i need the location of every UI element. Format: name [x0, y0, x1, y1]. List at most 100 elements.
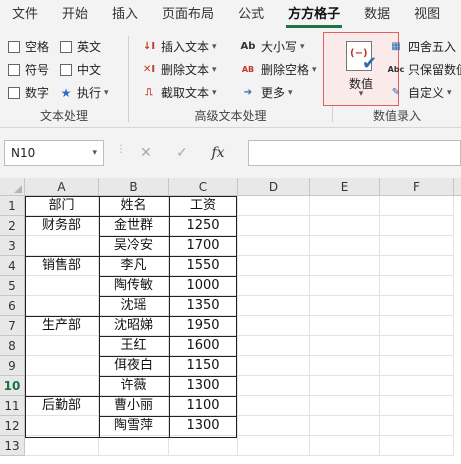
cell-f4[interactable] [380, 256, 454, 276]
cell-f11[interactable] [380, 396, 454, 416]
cell-c10[interactable]: 1300 [169, 376, 238, 396]
delete-space-button[interactable]: AB 删除空格 ▾ [239, 61, 317, 78]
tab-home[interactable]: 开始 [50, 0, 100, 30]
cell-e10[interactable] [310, 376, 380, 396]
cell-e6[interactable] [310, 296, 380, 316]
cell-c1[interactable]: 工资 [169, 196, 238, 216]
checkbox-number[interactable]: 数字 [8, 84, 49, 101]
cell-b3[interactable]: 吴冷安 [99, 236, 169, 256]
cell-a3[interactable] [25, 236, 99, 256]
cell-d1[interactable] [238, 196, 310, 216]
checkbox-box[interactable] [8, 63, 20, 76]
tab-formulas[interactable]: 公式 [226, 0, 276, 30]
column-header-d[interactable]: D [238, 178, 310, 196]
cell-f2[interactable] [380, 216, 454, 236]
cell-d6[interactable] [238, 296, 310, 316]
cell-a4[interactable]: 销售部 [25, 256, 99, 276]
checkbox-chinese[interactable]: 中文 [60, 61, 101, 78]
chevron-down-icon[interactable]: ▾ [92, 141, 97, 165]
cell-f9[interactable] [380, 356, 454, 376]
cell-e8[interactable] [310, 336, 380, 356]
row-header-9[interactable]: 9 [0, 356, 25, 376]
row-header-6[interactable]: 6 [0, 296, 25, 316]
column-header-a[interactable]: A [25, 178, 99, 196]
cell-c3[interactable]: 1700 [169, 236, 238, 256]
cell-d9[interactable] [238, 356, 310, 376]
cell-e3[interactable] [310, 236, 380, 256]
cell-e5[interactable] [310, 276, 380, 296]
confirm-icon[interactable]: ✓ [164, 145, 200, 161]
tab-view[interactable]: 视图 [402, 0, 452, 30]
cell-d3[interactable] [238, 236, 310, 256]
cell-c5[interactable]: 1000 [169, 276, 238, 296]
cell-e7[interactable] [310, 316, 380, 336]
cell-a1[interactable]: 部门 [25, 196, 99, 216]
cell-b13[interactable] [99, 436, 169, 456]
tab-fangfang[interactable]: 方方格子 [276, 0, 352, 30]
column-header-b[interactable]: B [99, 178, 169, 196]
cell-a10[interactable] [25, 376, 99, 396]
checkbox-box[interactable] [8, 86, 20, 99]
name-box[interactable]: N10 ▾ [4, 140, 104, 166]
cancel-icon[interactable]: ✕ [128, 145, 164, 161]
tab-insert[interactable]: 插入 [100, 0, 150, 30]
cell-a13[interactable] [25, 436, 99, 456]
row-header-12[interactable]: 12 [0, 416, 25, 436]
column-header-e[interactable]: E [310, 178, 380, 196]
cell-c7[interactable]: 1950 [169, 316, 238, 336]
tab-page-layout[interactable]: 页面布局 [150, 0, 226, 30]
extract-text-button[interactable]: ⎍ 截取文本 ▾ [141, 84, 217, 101]
cell-b8[interactable]: 王红 [99, 336, 169, 356]
insert-function-icon[interactable]: fx [200, 145, 236, 161]
cell-b5[interactable]: 陶传敏 [99, 276, 169, 296]
cell-f6[interactable] [380, 296, 454, 316]
cell-a7[interactable]: 生产部 [25, 316, 99, 336]
cell-e13[interactable] [310, 436, 380, 456]
checkbox-box[interactable] [8, 40, 20, 53]
cell-c12[interactable]: 1300 [169, 416, 238, 436]
case-button[interactable]: Ab 大小写 ▾ [239, 38, 305, 55]
run-button[interactable]: ★ 执行 ▾ [60, 84, 109, 101]
column-header-f[interactable]: F [380, 178, 454, 196]
cell-a2[interactable]: 财务部 [25, 216, 99, 236]
cell-b9[interactable]: 佴夜白 [99, 356, 169, 376]
more-button[interactable]: ➔ 更多 ▾ [239, 84, 293, 101]
cell-e9[interactable] [310, 356, 380, 376]
grip-icon[interactable]: ⋮ [116, 144, 126, 155]
cell-f10[interactable] [380, 376, 454, 396]
cell-d13[interactable] [238, 436, 310, 456]
row-header-2[interactable]: 2 [0, 216, 25, 236]
cell-b7[interactable]: 沈昭娣 [99, 316, 169, 336]
row-header-11[interactable]: 11 [0, 396, 25, 416]
cell-e2[interactable] [310, 216, 380, 236]
row-header-5[interactable]: 5 [0, 276, 25, 296]
cell-c6[interactable]: 1350 [169, 296, 238, 316]
cell-c13[interactable] [169, 436, 238, 456]
cell-d5[interactable] [238, 276, 310, 296]
row-header-4[interactable]: 4 [0, 256, 25, 276]
cell-f5[interactable] [380, 276, 454, 296]
row-header-3[interactable]: 3 [0, 236, 25, 256]
cell-a6[interactable] [25, 296, 99, 316]
cell-b11[interactable]: 曹小丽 [99, 396, 169, 416]
checkbox-box[interactable] [60, 63, 72, 76]
select-all-button[interactable] [0, 178, 25, 196]
row-header-7[interactable]: 7 [0, 316, 25, 336]
cell-e1[interactable] [310, 196, 380, 216]
cell-e11[interactable] [310, 396, 380, 416]
cell-a12[interactable] [25, 416, 99, 436]
tab-data[interactable]: 数据 [352, 0, 402, 30]
cell-a9[interactable] [25, 356, 99, 376]
cell-b12[interactable]: 陶雪萍 [99, 416, 169, 436]
checkbox-english[interactable]: 英文 [60, 38, 101, 55]
checkbox-space[interactable]: 空格 [8, 38, 49, 55]
column-header-g[interactable] [454, 178, 461, 196]
cell-f8[interactable] [380, 336, 454, 356]
cell-b4[interactable]: 李凡 [99, 256, 169, 276]
cell-d8[interactable] [238, 336, 310, 356]
checkbox-symbol[interactable]: 符号 [8, 61, 49, 78]
cell-d4[interactable] [238, 256, 310, 276]
cell-f7[interactable] [380, 316, 454, 336]
cell-f13[interactable] [380, 436, 454, 456]
cell-b10[interactable]: 许薇 [99, 376, 169, 396]
